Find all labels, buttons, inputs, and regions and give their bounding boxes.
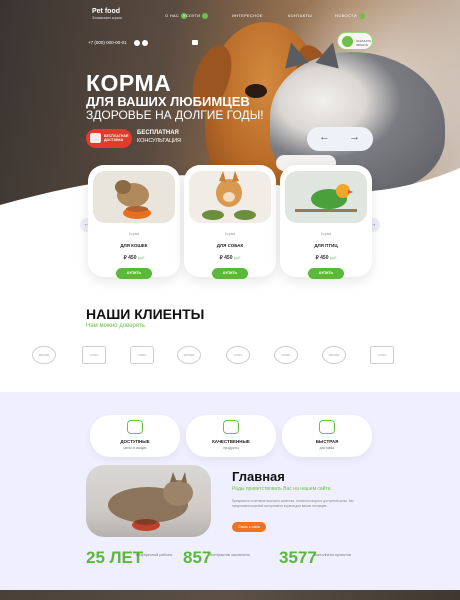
client-logo: FOOD <box>274 346 298 364</box>
product-price: ₽ 450 руб <box>123 255 145 261</box>
buy-button[interactable]: КУПИТЬ <box>212 268 248 279</box>
product-card-dogs[interactable]: Корма ДЛЯ СОБАК ₽ 450 руб КУПИТЬ <box>184 165 276 279</box>
product-brand: Корма <box>320 232 332 236</box>
buy-button[interactable]: КУПИТЬ <box>308 268 344 279</box>
product-name[interactable]: ДЛЯ СОБАК <box>184 243 276 248</box>
promo-title: БЕСПЛАТНАЯ <box>137 130 179 136</box>
product-brand: Корма <box>224 232 236 236</box>
checkbox-icon <box>223 420 239 434</box>
whatsapp-icon[interactable] <box>134 40 140 46</box>
about-text: Прекрасное сочетание высокого качества, … <box>232 499 354 508</box>
stat-projects-label: Выполнено проектов <box>314 553 351 557</box>
product-brand: Корма <box>128 232 140 236</box>
stat-years-label: безупречной работы <box>136 553 173 557</box>
callback-button[interactable]: ЗАКАЗАТЬ ЗВОНОК <box>337 32 373 50</box>
logo-subtitle: Зоомагазин корма <box>92 16 122 20</box>
top-navigation: Pet food Зоомагазин корма О НАС УСЛУГИ И… <box>0 0 460 30</box>
hero-title: КОРМА <box>86 70 172 96</box>
client-logo: BRAND <box>177 346 201 364</box>
product-image-bird <box>285 171 367 223</box>
about-subtitle: Рады приветствовать Вас на нашем сайте. <box>232 486 332 492</box>
hero-slider-controls: ← → <box>307 127 373 151</box>
client-logo: LOGO <box>370 346 394 364</box>
product-price: ₽ 450 руб <box>219 255 241 261</box>
feature-affordable: ДОСТУПНЫЕ цены и скидки <box>90 415 180 457</box>
feature-quality: КАЧЕСТВЕННЫЕ продукты <box>186 415 276 457</box>
product-name[interactable]: ДЛЯ КОШЕК <box>88 243 180 248</box>
clients-subtitle: Нам можно доверять <box>86 323 145 329</box>
product-card-cats[interactable]: Корма ДЛЯ КОШЕК ₽ 450 руб КУПИТЬ <box>88 165 180 279</box>
hero-tagline: ЗДОРОВЬЕ НА ДОЛГИЕ ГОДЫ! <box>86 108 264 122</box>
arrow-left-icon[interactable]: ← <box>319 131 330 143</box>
plus-icon <box>202 13 209 19</box>
feature-delivery: БЫСТРАЯ доставка <box>282 415 372 457</box>
product-image-cat <box>93 171 175 223</box>
product-card-birds[interactable]: Корма ДЛЯ ПТИЦ ₽ 450 руб КУПИТЬ <box>280 165 372 279</box>
client-logo: LOGO <box>82 346 106 364</box>
free-delivery-badge[interactable]: БЕСПЛАТНАЯ ДОСТАВКА <box>86 129 132 148</box>
about-title: Главная <box>232 469 285 484</box>
buy-button[interactable]: КУПИТЬ <box>116 268 152 279</box>
product-image-dog <box>189 171 271 223</box>
telegram-icon[interactable] <box>142 40 148 46</box>
truck-icon <box>319 420 335 434</box>
truck-icon <box>90 133 101 143</box>
nav-item-news[interactable]: НОВОСТИ <box>335 13 365 19</box>
stat-contracts-label: Контрактов заключено <box>210 553 250 557</box>
nav-item-interesting[interactable]: ИНТЕРЕСНОЕ <box>232 13 263 18</box>
stat-years-value: 25 ЛЕТ <box>86 548 144 567</box>
phone-icon <box>342 36 353 47</box>
youtube-icon[interactable] <box>192 40 198 45</box>
clients-title: НАШИ КЛИЕНТЫ <box>86 306 205 322</box>
stat-contracts-value: 857 <box>183 548 212 567</box>
house-icon <box>127 420 143 434</box>
product-price: ₽ 450 руб <box>315 255 337 261</box>
product-name[interactable]: ДЛЯ ПТИЦ <box>280 243 372 248</box>
about-cat-image <box>86 465 211 537</box>
client-logo: CORP <box>130 346 154 364</box>
hero-subtitle: ДЛЯ ВАШИХ ЛЮБИМЦЕВ <box>86 94 250 109</box>
phone-number[interactable]: +7 (000) 000-00-01 <box>88 40 127 45</box>
client-logo: BRAND <box>322 346 346 364</box>
logo-title[interactable]: Pet food <box>92 8 120 15</box>
plus-icon <box>358 13 365 19</box>
client-logo: LOGO <box>226 346 250 364</box>
promo-subtitle: КОНСУЛЬТАЦИЯ <box>137 138 181 144</box>
callback-label: ЗАКАЗАТЬ ЗВОНОК <box>356 39 371 47</box>
contact-us-button[interactable]: Связь с нами <box>232 522 266 532</box>
nav-item-services[interactable]: УСЛУГИ <box>183 13 209 19</box>
client-logo: BRAND <box>32 346 56 364</box>
nav-item-contacts[interactable]: КОНТАКТЫ <box>288 13 312 18</box>
footer-strip <box>0 590 460 600</box>
stat-projects-value: 3577 <box>279 548 317 567</box>
arrow-right-icon[interactable]: → <box>349 131 360 143</box>
